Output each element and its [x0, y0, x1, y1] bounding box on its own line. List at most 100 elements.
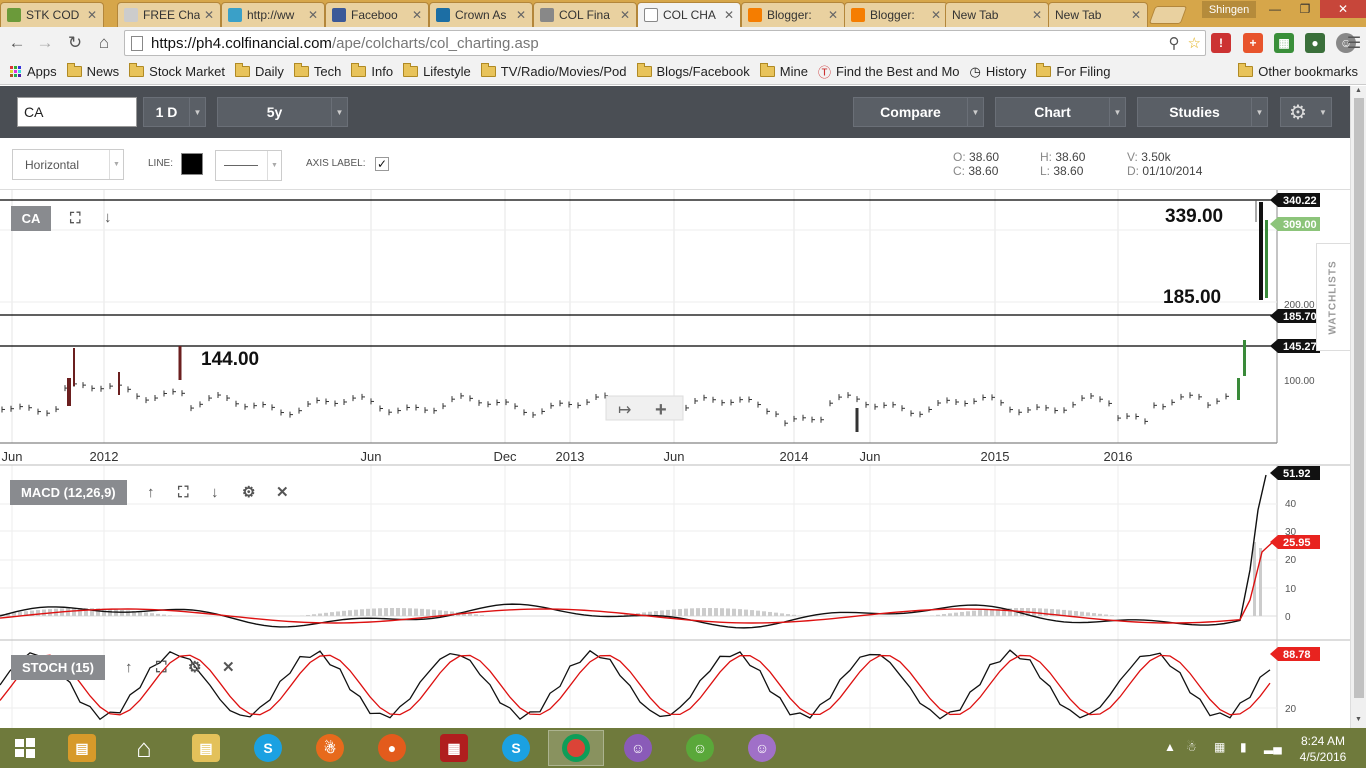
taskbar-app[interactable]: ☺: [734, 730, 790, 766]
bookmark-item[interactable]: News: [66, 63, 119, 79]
fullscreen-icon[interactable]: ⛶: [178, 484, 189, 501]
fullscreen-icon[interactable]: ⛶: [70, 210, 81, 227]
zoom-icon[interactable]: ⚲: [1169, 34, 1180, 52]
scrollbar-thumb[interactable]: [1354, 98, 1364, 698]
close-icon[interactable]: ✕: [516, 8, 526, 22]
browser-tab[interactable]: Crown As ✕: [429, 2, 533, 27]
system-clock[interactable]: 8:24 AM 4/5/2016: [1290, 733, 1356, 765]
arrow-up-icon[interactable]: ↑: [147, 484, 155, 501]
settings-button[interactable]: ⚙ ▼: [1280, 97, 1332, 127]
studies-button[interactable]: Studies ▼: [1137, 97, 1268, 127]
close-icon[interactable]: ✕: [724, 8, 734, 22]
chart-canvas[interactable]: Jun 2012 Jun Dec 2013 Jun 2014 Jun 2015 2016 339.0…: [0, 190, 1350, 728]
menu-icon[interactable]: ☰: [1343, 32, 1365, 54]
line-color-swatch[interactable]: [181, 153, 203, 175]
close-icon[interactable]: ✕: [931, 8, 941, 22]
arrow-up-icon[interactable]: ↑: [125, 659, 133, 676]
page-scrollbar[interactable]: ▲ ▼: [1350, 86, 1366, 728]
range-select[interactable]: 5y ▼: [217, 97, 348, 127]
close-icon[interactable]: ✕: [276, 483, 289, 501]
bookmark-item[interactable]: Info: [351, 63, 393, 79]
minimize-button[interactable]: —: [1260, 0, 1290, 18]
show-hidden-icons-icon[interactable]: ▲: [1164, 740, 1176, 754]
close-icon[interactable]: ✕: [87, 8, 97, 22]
network-icon[interactable]: ▂▄: [1264, 740, 1282, 754]
chart-area[interactable]: Jun 2012 Jun Dec 2013 Jun 2014 Jun 2015 2016 339.0…: [0, 190, 1350, 728]
action-center-icon[interactable]: ▦: [1214, 740, 1225, 754]
back-icon[interactable]: ←: [6, 32, 28, 54]
browser-tab[interactable]: STK COD ✕: [0, 2, 104, 27]
taskbar-app[interactable]: S: [240, 730, 296, 766]
scroll-up-icon[interactable]: ▲: [1355, 87, 1362, 94]
orientation-select[interactable]: Horizontal ▼: [12, 149, 124, 180]
browser-tab[interactable]: Blogger: ✕: [741, 2, 845, 27]
browser-tab[interactable]: Faceboo ✕: [325, 2, 429, 27]
symbol-input[interactable]: [17, 97, 137, 127]
arrow-down-icon[interactable]: ↓: [211, 484, 219, 501]
fullscreen-icon[interactable]: ⛶: [156, 659, 167, 676]
watchlists-tab[interactable]: WATCHLISTS: [1316, 243, 1350, 351]
home-icon[interactable]: ⌂: [93, 32, 115, 54]
forward-icon[interactable]: →: [34, 32, 56, 54]
reload-icon[interactable]: ↻: [64, 32, 86, 54]
interval-select[interactable]: 1 D ▼: [143, 97, 206, 127]
close-icon[interactable]: ✕: [308, 8, 318, 22]
browser-tab[interactable]: COL CHA ✕: [637, 2, 741, 27]
taskbar-app[interactable]: ●: [364, 730, 420, 766]
browser-tab[interactable]: New Tab ✕: [1048, 2, 1148, 27]
extension-icon[interactable]: !: [1211, 33, 1231, 53]
chart-type-button[interactable]: Chart ▼: [995, 97, 1126, 127]
taskbar-app[interactable]: ▤: [178, 730, 234, 766]
arrow-down-icon[interactable]: ↓: [104, 209, 112, 226]
taskbar-app[interactable]: ☃: [302, 730, 358, 766]
taskbar-app[interactable]: ☺: [610, 730, 666, 766]
bookmark-item[interactable]: Mine: [759, 63, 808, 79]
gear-icon[interactable]: ⚙: [242, 483, 255, 501]
bookmark-item[interactable]: ◷ History: [970, 64, 1027, 80]
bookmark-item[interactable]: Lifestyle: [403, 63, 471, 79]
bookmark-item[interactable]: Blogs/Facebook: [636, 63, 750, 79]
bookmark-item[interactable]: Stock Market: [129, 63, 225, 79]
bookmark-item[interactable]: Apps: [10, 64, 57, 79]
browser-tab[interactable]: Blogger: ✕: [844, 2, 948, 27]
close-window-button[interactable]: ✕: [1320, 0, 1366, 18]
bookmark-star-icon[interactable]: ☆: [1188, 34, 1201, 52]
taskbar-app[interactable]: [548, 730, 604, 766]
tray-app-icon[interactable]: ☃: [1186, 740, 1197, 754]
bookmark-item[interactable]: Daily: [235, 63, 284, 79]
bookmark-item[interactable]: TV/Radio/Movies/Pod: [480, 63, 627, 79]
browser-tab[interactable]: New Tab ✕: [945, 2, 1049, 27]
line-style-select[interactable]: ▼: [215, 150, 282, 181]
close-icon[interactable]: ✕: [828, 8, 838, 22]
close-icon[interactable]: ✕: [222, 658, 235, 676]
compare-button[interactable]: Compare ▼: [853, 97, 984, 127]
battery-icon[interactable]: ▮: [1240, 740, 1247, 754]
extension-icon[interactable]: ▦: [1274, 33, 1294, 53]
new-tab-button[interactable]: [1148, 6, 1188, 24]
url-input[interactable]: https://ph4.colfinancial.com/ape/colchar…: [124, 30, 1206, 56]
taskbar-app[interactable]: S: [488, 730, 544, 766]
extension-icon[interactable]: ●: [1305, 33, 1325, 53]
bookmark-item[interactable]: Ⓣ Find the Best and Mo: [818, 62, 960, 81]
start-button[interactable]: [0, 730, 50, 766]
bookmark-item[interactable]: For Filing: [1036, 63, 1111, 79]
close-icon[interactable]: ✕: [412, 8, 422, 22]
close-icon[interactable]: ✕: [1131, 8, 1141, 22]
other-bookmarks[interactable]: Other bookmarks: [1238, 63, 1358, 79]
browser-tab[interactable]: COL Fina ✕: [533, 2, 637, 27]
browser-tab[interactable]: http://ww ✕: [221, 2, 325, 27]
gear-icon[interactable]: ⚙: [188, 658, 201, 676]
taskbar-app[interactable]: ▦: [426, 730, 482, 766]
extension-icon[interactable]: +: [1243, 33, 1263, 53]
bookmark-item[interactable]: Tech: [293, 63, 341, 79]
maximize-button[interactable]: ❐: [1290, 0, 1320, 18]
scroll-down-icon[interactable]: ▼: [1355, 716, 1362, 723]
close-icon[interactable]: ✕: [204, 8, 214, 22]
taskbar-app[interactable]: ⌂: [116, 730, 172, 766]
axis-label-checkbox[interactable]: ✓: [375, 157, 389, 171]
close-icon[interactable]: ✕: [1032, 8, 1042, 22]
browser-tab[interactable]: FREE Cha ✕: [117, 2, 221, 27]
close-icon[interactable]: ✕: [620, 8, 630, 22]
profile-button[interactable]: Shingen: [1202, 1, 1256, 18]
taskbar-app[interactable]: ▤: [54, 730, 110, 766]
